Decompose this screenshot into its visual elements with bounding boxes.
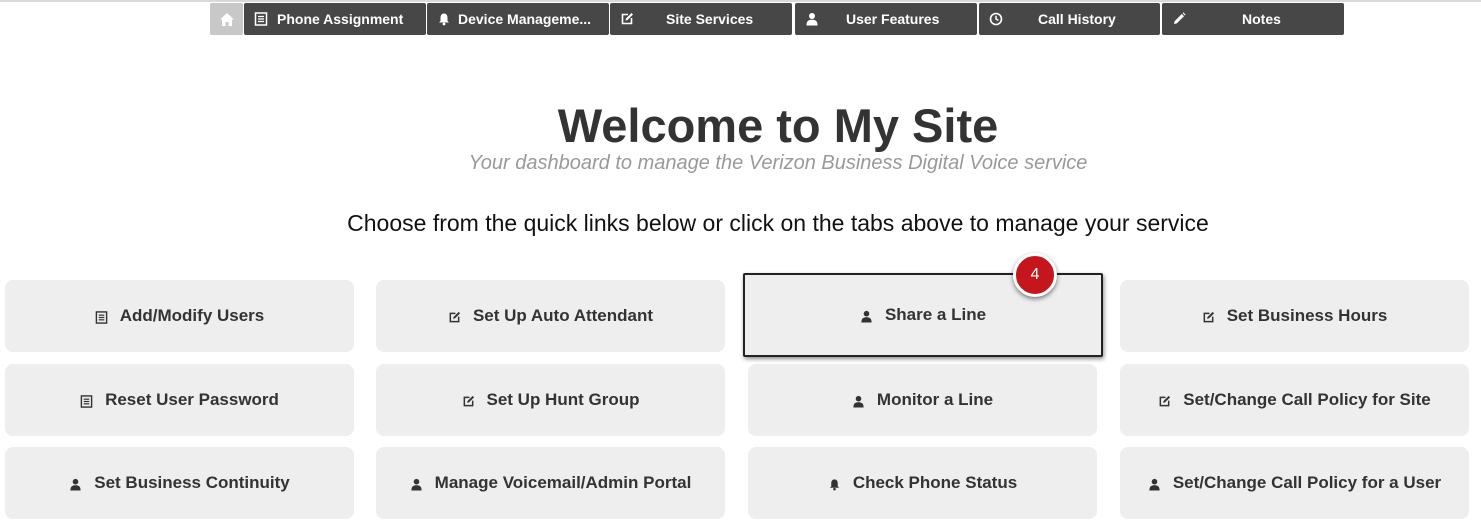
edit-icon — [1159, 395, 1171, 407]
user-icon — [806, 13, 818, 26]
button-label: Set Business Hours — [1226, 306, 1388, 325]
reset-user-password-button[interactable]: Reset User Password — [5, 364, 354, 436]
tab-label: Call History — [1038, 11, 1116, 27]
tab-user-features[interactable]: User Features — [795, 3, 977, 35]
tab-device-management[interactable]: Device Manageme... — [427, 3, 609, 35]
user-icon — [411, 478, 422, 491]
user-icon — [861, 310, 872, 323]
set-business-hours-button[interactable]: Set Business Hours — [1120, 280, 1469, 352]
user-icon — [70, 478, 81, 491]
tab-label: Notes — [1242, 11, 1281, 27]
list-icon — [95, 311, 108, 324]
pencil-icon — [1174, 12, 1186, 24]
add-modify-users-button[interactable]: Add/Modify Users — [5, 280, 354, 352]
tab-home[interactable] — [210, 3, 243, 35]
button-label: Set/Change Call Policy for a User — [1172, 473, 1442, 492]
set-business-continuity-button[interactable]: Set Business Continuity — [5, 447, 354, 519]
edit-icon — [621, 13, 633, 25]
check-phone-status-button[interactable]: Check Phone Status — [748, 447, 1097, 519]
manage-voicemail-admin-portal-button[interactable]: Manage Voicemail/Admin Portal — [376, 447, 725, 519]
clock-icon — [989, 12, 1003, 26]
monitor-a-line-button[interactable]: Monitor a Line — [748, 364, 1097, 436]
button-label: Reset User Password — [105, 390, 279, 409]
tab-label: Site Services — [666, 11, 754, 27]
edit-icon — [449, 311, 461, 323]
button-label: Monitor a Line — [876, 390, 994, 409]
button-label: Set Up Auto Attendant — [472, 306, 654, 325]
user-icon — [1149, 478, 1160, 491]
button-label: Manage Voicemail/Admin Portal — [434, 473, 692, 492]
home-icon — [219, 13, 234, 26]
quick-links-instruction: Choose from the quick links below or cli… — [347, 210, 1209, 236]
button-label: Set Up Hunt Group — [486, 390, 640, 409]
set-change-call-policy-for-user-button[interactable]: Set/Change Call Policy for a User — [1120, 447, 1469, 519]
page-title: Welcome to My Site — [557, 99, 999, 152]
edit-icon — [463, 395, 474, 407]
set-up-auto-attendant-button[interactable]: Set Up Auto Attendant — [376, 280, 725, 352]
button-label: Add/Modify Users — [119, 306, 265, 325]
tab-notes[interactable]: Notes — [1162, 3, 1344, 35]
page-subtitle: Your dashboard to manage the Verizon Bus… — [468, 152, 1088, 174]
tab-site-services[interactable]: Site Services — [610, 3, 792, 35]
set-change-call-policy-for-site-button[interactable]: Set/Change Call Policy for Site — [1120, 364, 1469, 436]
tab-label: Device Manageme... — [458, 11, 592, 27]
edit-icon — [1203, 311, 1214, 323]
button-label: Share a Line — [884, 305, 987, 324]
list-icon — [254, 12, 268, 26]
button-label: Set Business Continuity — [94, 473, 290, 492]
tab-phone-assignment[interactable]: Phone Assignment — [244, 3, 426, 35]
bell-icon — [829, 479, 839, 491]
list-icon — [80, 395, 93, 408]
top-divider — [0, 0, 1481, 2]
step-number-badge: 4 — [1013, 253, 1057, 297]
tab-label: User Features — [846, 11, 940, 27]
bell-icon — [439, 13, 449, 26]
user-icon — [853, 395, 864, 408]
set-up-hunt-group-button[interactable]: Set Up Hunt Group — [376, 364, 725, 436]
tab-label: Phone Assignment — [277, 11, 404, 27]
button-label: Check Phone Status — [852, 473, 1018, 492]
tab-call-history[interactable]: Call History — [979, 3, 1160, 35]
button-label: Set/Change Call Policy for Site — [1183, 390, 1431, 409]
